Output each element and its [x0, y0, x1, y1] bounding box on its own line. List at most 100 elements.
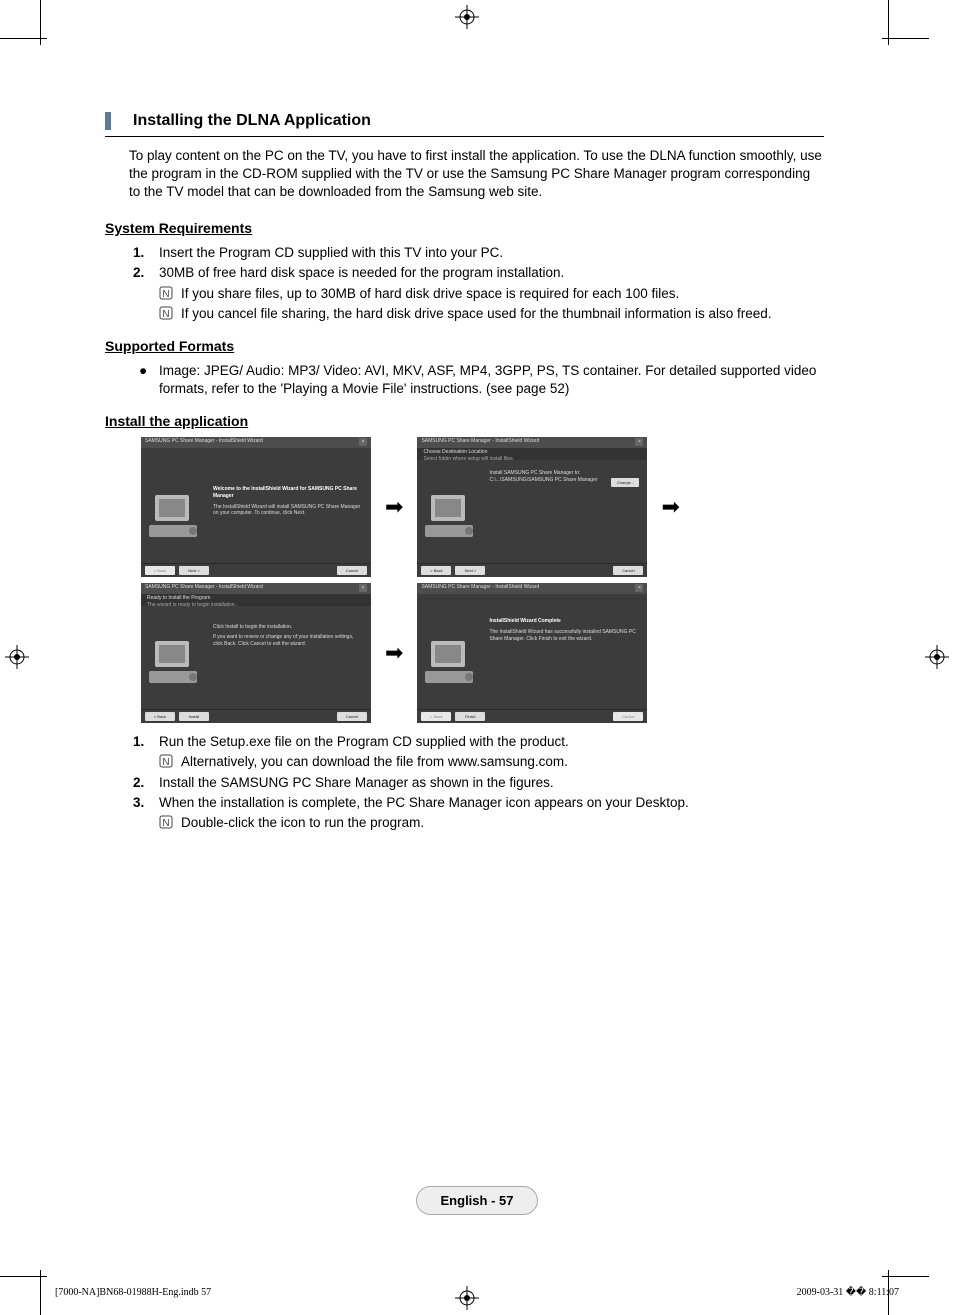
- page-number: English - 57: [416, 1186, 539, 1215]
- note-icon: N: [159, 305, 181, 323]
- close-icon: ×: [359, 584, 367, 592]
- note-item: N If you share files, up to 30MB of hard…: [159, 285, 824, 303]
- installer-subheader: Ready to Install the Program The wizard …: [141, 594, 371, 606]
- install-button: Install: [179, 712, 209, 721]
- arrow-right-icon: ➡: [661, 492, 679, 522]
- installer-body: Click Install to begin the installation.…: [141, 606, 371, 699]
- note-item: N If you cancel file sharing, the hard d…: [159, 305, 824, 323]
- note-text: Double-click the icon to run the program…: [181, 814, 824, 832]
- installer-titlebar: SAMSUNG PC Share Manager - InstallShield…: [141, 437, 371, 448]
- sys-req-heading: System Requirements: [105, 219, 824, 238]
- installer-complete-body: The InstallShield Wizard has successfull…: [489, 629, 639, 643]
- cancel-button: Cancel: [613, 712, 643, 721]
- installer-step-1: SAMSUNG PC Share Manager - InstallShield…: [141, 437, 371, 577]
- note-item: N Alternatively, you can download the fi…: [159, 753, 824, 771]
- arrow-right-icon: ➡: [385, 638, 403, 668]
- list-item: 1. Run the Setup.exe file on the Program…: [133, 733, 824, 751]
- installer-button-bar: < Back Next > Cancel: [141, 563, 371, 577]
- installer-body: Install SAMSUNG PC Share Manager to: C:\…: [417, 460, 647, 553]
- installer-complete-title: InstallShield Wizard Complete: [489, 618, 639, 625]
- print-file: [7000-NA]BN68-01988H-Eng.indb 57: [55, 1287, 211, 1298]
- list-text: Install the SAMSUNG PC Share Manager as …: [159, 774, 824, 792]
- installer-subheader-title: Ready to Install the Program: [147, 595, 365, 602]
- next-button: Next >: [179, 566, 209, 575]
- installer-button-bar: < Back Finish Cancel: [417, 709, 647, 723]
- list-number: 2.: [133, 774, 159, 792]
- installer-message: Click Install to begin the installation.…: [213, 624, 363, 647]
- list-text: When the installation is complete, the P…: [159, 794, 824, 812]
- svg-text:N: N: [162, 309, 169, 320]
- sys-req-list: 1. Insert the Program CD supplied with t…: [133, 244, 824, 323]
- list-item: 2. 30MB of free hard disk space is neede…: [133, 264, 824, 282]
- note-text: If you share files, up to 30MB of hard d…: [181, 285, 824, 303]
- list-text: 30MB of free hard disk space is needed f…: [159, 264, 824, 282]
- note-text: Alternatively, you can download the file…: [181, 753, 824, 771]
- finish-button: Finish: [455, 712, 485, 721]
- note-text: If you cancel file sharing, the hard dis…: [181, 305, 824, 323]
- svg-text:N: N: [162, 289, 169, 300]
- cancel-button: Cancel: [337, 566, 367, 575]
- page-content: Installing the DLNA Application To play …: [105, 110, 824, 834]
- arrow-right-icon: ➡: [385, 492, 403, 522]
- section-heading: Installing the DLNA Application: [105, 110, 824, 137]
- install-steps-list: 1. Run the Setup.exe file on the Program…: [133, 733, 824, 832]
- registration-mark-icon: [5, 645, 29, 669]
- bullet-icon: ●: [133, 362, 159, 398]
- installer-title: SAMSUNG PC Share Manager - InstallShield…: [421, 584, 539, 593]
- list-number: 1.: [133, 733, 159, 751]
- registration-mark-icon: [925, 645, 949, 669]
- installer-subheader-title: Choose Destination Location: [423, 449, 641, 456]
- installer-title: SAMSUNG PC Share Manager - InstallShield…: [421, 438, 539, 447]
- change-button: Change...: [611, 478, 639, 487]
- back-button: < Back: [421, 566, 451, 575]
- computer-icon: [425, 635, 477, 693]
- list-number: 1.: [133, 244, 159, 262]
- installer-body: Welcome to the InstallShield Wizard for …: [141, 448, 371, 553]
- installer-ready-line2: If you want to review or change any of y…: [213, 634, 363, 648]
- back-button: < Back: [421, 712, 451, 721]
- installer-titlebar: SAMSUNG PC Share Manager - InstallShield…: [417, 437, 647, 448]
- page-frame: Installing the DLNA Application To play …: [0, 0, 954, 1315]
- next-button: Next >: [455, 566, 485, 575]
- cancel-button: Cancel: [613, 566, 643, 575]
- list-item: ● Image: JPEG/ Audio: MP3/ Video: AVI, M…: [133, 362, 824, 398]
- list-item: 3. When the installation is complete, th…: [133, 794, 824, 812]
- cancel-button: Cancel: [337, 712, 367, 721]
- installer-button-bar: < Back Next > Cancel: [417, 563, 647, 577]
- installer-title: SAMSUNG PC Share Manager - InstallShield…: [145, 438, 263, 447]
- list-number: 3.: [133, 794, 159, 812]
- installer-title: SAMSUNG PC Share Manager - InstallShield…: [145, 584, 263, 593]
- installer-dest-line1: Install SAMSUNG PC Share Manager to:: [489, 470, 639, 477]
- installer-ready-line1: Click Install to begin the installation.: [213, 624, 363, 631]
- installer-step-2: SAMSUNG PC Share Manager - InstallShield…: [417, 437, 647, 577]
- note-item: N Double-click the icon to run the progr…: [159, 814, 824, 832]
- installer-message: Welcome to the InstallShield Wizard for …: [213, 486, 363, 517]
- installer-titlebar: SAMSUNG PC Share Manager - InstallShield…: [417, 583, 647, 594]
- installer-body: InstallShield Wizard Complete The Instal…: [417, 594, 647, 699]
- installer-row: SAMSUNG PC Share Manager - InstallShield…: [141, 437, 824, 577]
- print-info: [7000-NA]BN68-01988H-Eng.indb 57 2009-03…: [55, 1287, 899, 1298]
- registration-mark-icon: [455, 5, 479, 29]
- intro-text: To play content on the PC on the TV, you…: [129, 147, 824, 202]
- section-title: Installing the DLNA Application: [133, 110, 371, 132]
- installer-step-3: SAMSUNG PC Share Manager - InstallShield…: [141, 583, 371, 723]
- installer-message-title: Welcome to the InstallShield Wizard for …: [213, 486, 363, 500]
- back-button: < Back: [145, 712, 175, 721]
- crop-mark: [882, 1276, 929, 1277]
- formats-list: ● Image: JPEG/ Audio: MP3/ Video: AVI, M…: [133, 362, 824, 398]
- close-icon: ×: [635, 438, 643, 446]
- note-icon: N: [159, 753, 181, 771]
- installer-titlebar: SAMSUNG PC Share Manager - InstallShield…: [141, 583, 371, 594]
- install-heading: Install the application: [105, 412, 824, 431]
- installer-step-4: SAMSUNG PC Share Manager - InstallShield…: [417, 583, 647, 723]
- installer-row: SAMSUNG PC Share Manager - InstallShield…: [141, 583, 824, 723]
- svg-text:N: N: [162, 757, 169, 768]
- list-item: 1. Insert the Program CD supplied with t…: [133, 244, 824, 262]
- heading-bar: [105, 112, 111, 130]
- installer-button-bar: < Back Install Cancel: [141, 709, 371, 723]
- print-timestamp: 2009-03-31 �� 8:11:07: [797, 1287, 899, 1298]
- installer-message: InstallShield Wizard Complete The Instal…: [489, 618, 639, 642]
- note-icon: N: [159, 814, 181, 832]
- crop-mark: [0, 1276, 47, 1277]
- list-item: 2. Install the SAMSUNG PC Share Manager …: [133, 774, 824, 792]
